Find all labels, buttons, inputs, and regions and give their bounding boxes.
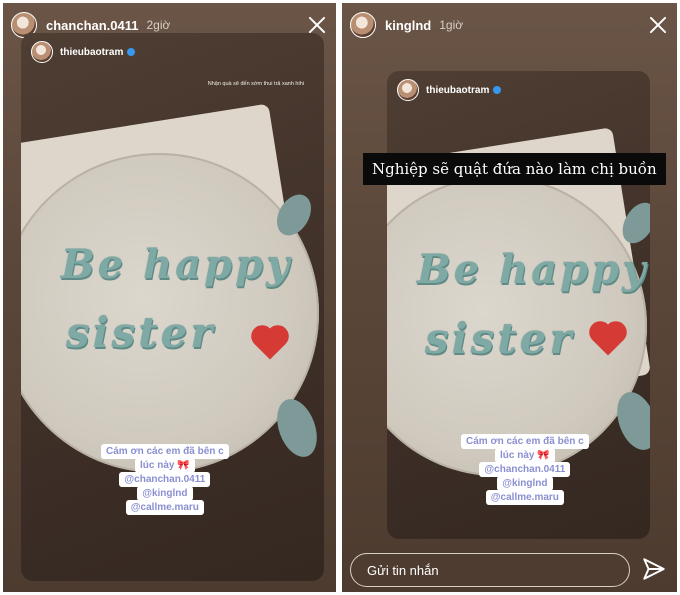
- sticker-line: lúc này 🎀: [495, 448, 555, 463]
- shared-post-caption: Nhận quà sẽ đến sớm thui trả xanh hihi: [207, 81, 304, 87]
- mention-sticker: Cám ơn các em đã bên c lúc này 🎀 @chanch…: [101, 444, 229, 515]
- shared-post-username[interactable]: thieubaotram: [60, 47, 123, 58]
- story-username[interactable]: chanchan.0411: [46, 18, 139, 33]
- mention-link[interactable]: @chanchan.0411: [119, 472, 211, 487]
- shared-post-header: thieubaotram: [31, 41, 136, 63]
- mention-link[interactable]: @callme.maru: [125, 500, 204, 515]
- send-icon[interactable]: [641, 556, 667, 582]
- close-icon[interactable]: [647, 14, 669, 36]
- mention-link[interactable]: @kinglnd: [137, 486, 193, 501]
- shared-post-card[interactable]: thieubaotram Nhận quà sẽ đến sớm thui tr…: [21, 33, 324, 581]
- story-left[interactable]: chanchan.0411 2giờ thieubaotram Nhận quà…: [3, 3, 336, 592]
- story-text-caption: Nghiệp sẽ quật đứa nào làm chị buồn: [363, 153, 666, 185]
- shared-post-header: thieubaotram: [397, 79, 502, 101]
- story-right[interactable]: kinglnd 1giờ thieubaotram Be happy siste…: [342, 3, 677, 592]
- sticker-line: Cám ơn các em đã bên c: [101, 444, 229, 459]
- verified-badge-icon: [127, 48, 136, 56]
- story-timestamp: 2giờ: [146, 18, 171, 32]
- mention-link[interactable]: @chanchan.0411: [479, 462, 571, 477]
- avatar[interactable]: [350, 12, 376, 38]
- story-header: kinglnd 1giờ: [342, 3, 677, 47]
- story-timestamp: 1giờ: [439, 18, 464, 32]
- cake-text-line2: sister: [425, 314, 575, 363]
- sticker-line: Cám ơn các em đã bên c: [461, 434, 589, 449]
- mention-link[interactable]: @kinglnd: [497, 476, 553, 491]
- cake-text-line1: Be happy: [417, 246, 649, 293]
- verified-badge-icon: [493, 86, 502, 94]
- sticker-line: lúc này 🎀: [135, 458, 195, 473]
- cake-text-line1: Be happy: [61, 241, 293, 288]
- avatar[interactable]: [31, 41, 53, 63]
- mention-sticker: Cám ơn các em đã bên c lúc này 🎀 @chanch…: [461, 434, 589, 505]
- mention-link[interactable]: @callme.maru: [485, 490, 564, 505]
- avatar[interactable]: [397, 79, 419, 101]
- cake-text-line2: sister: [66, 308, 216, 357]
- story-username[interactable]: kinglnd: [385, 18, 431, 33]
- reply-input[interactable]: Gửi tin nhắn: [350, 553, 630, 587]
- shared-post-username[interactable]: thieubaotram: [426, 85, 489, 96]
- shared-post-card[interactable]: thieubaotram Be happy sister Cám ơn các …: [387, 71, 650, 539]
